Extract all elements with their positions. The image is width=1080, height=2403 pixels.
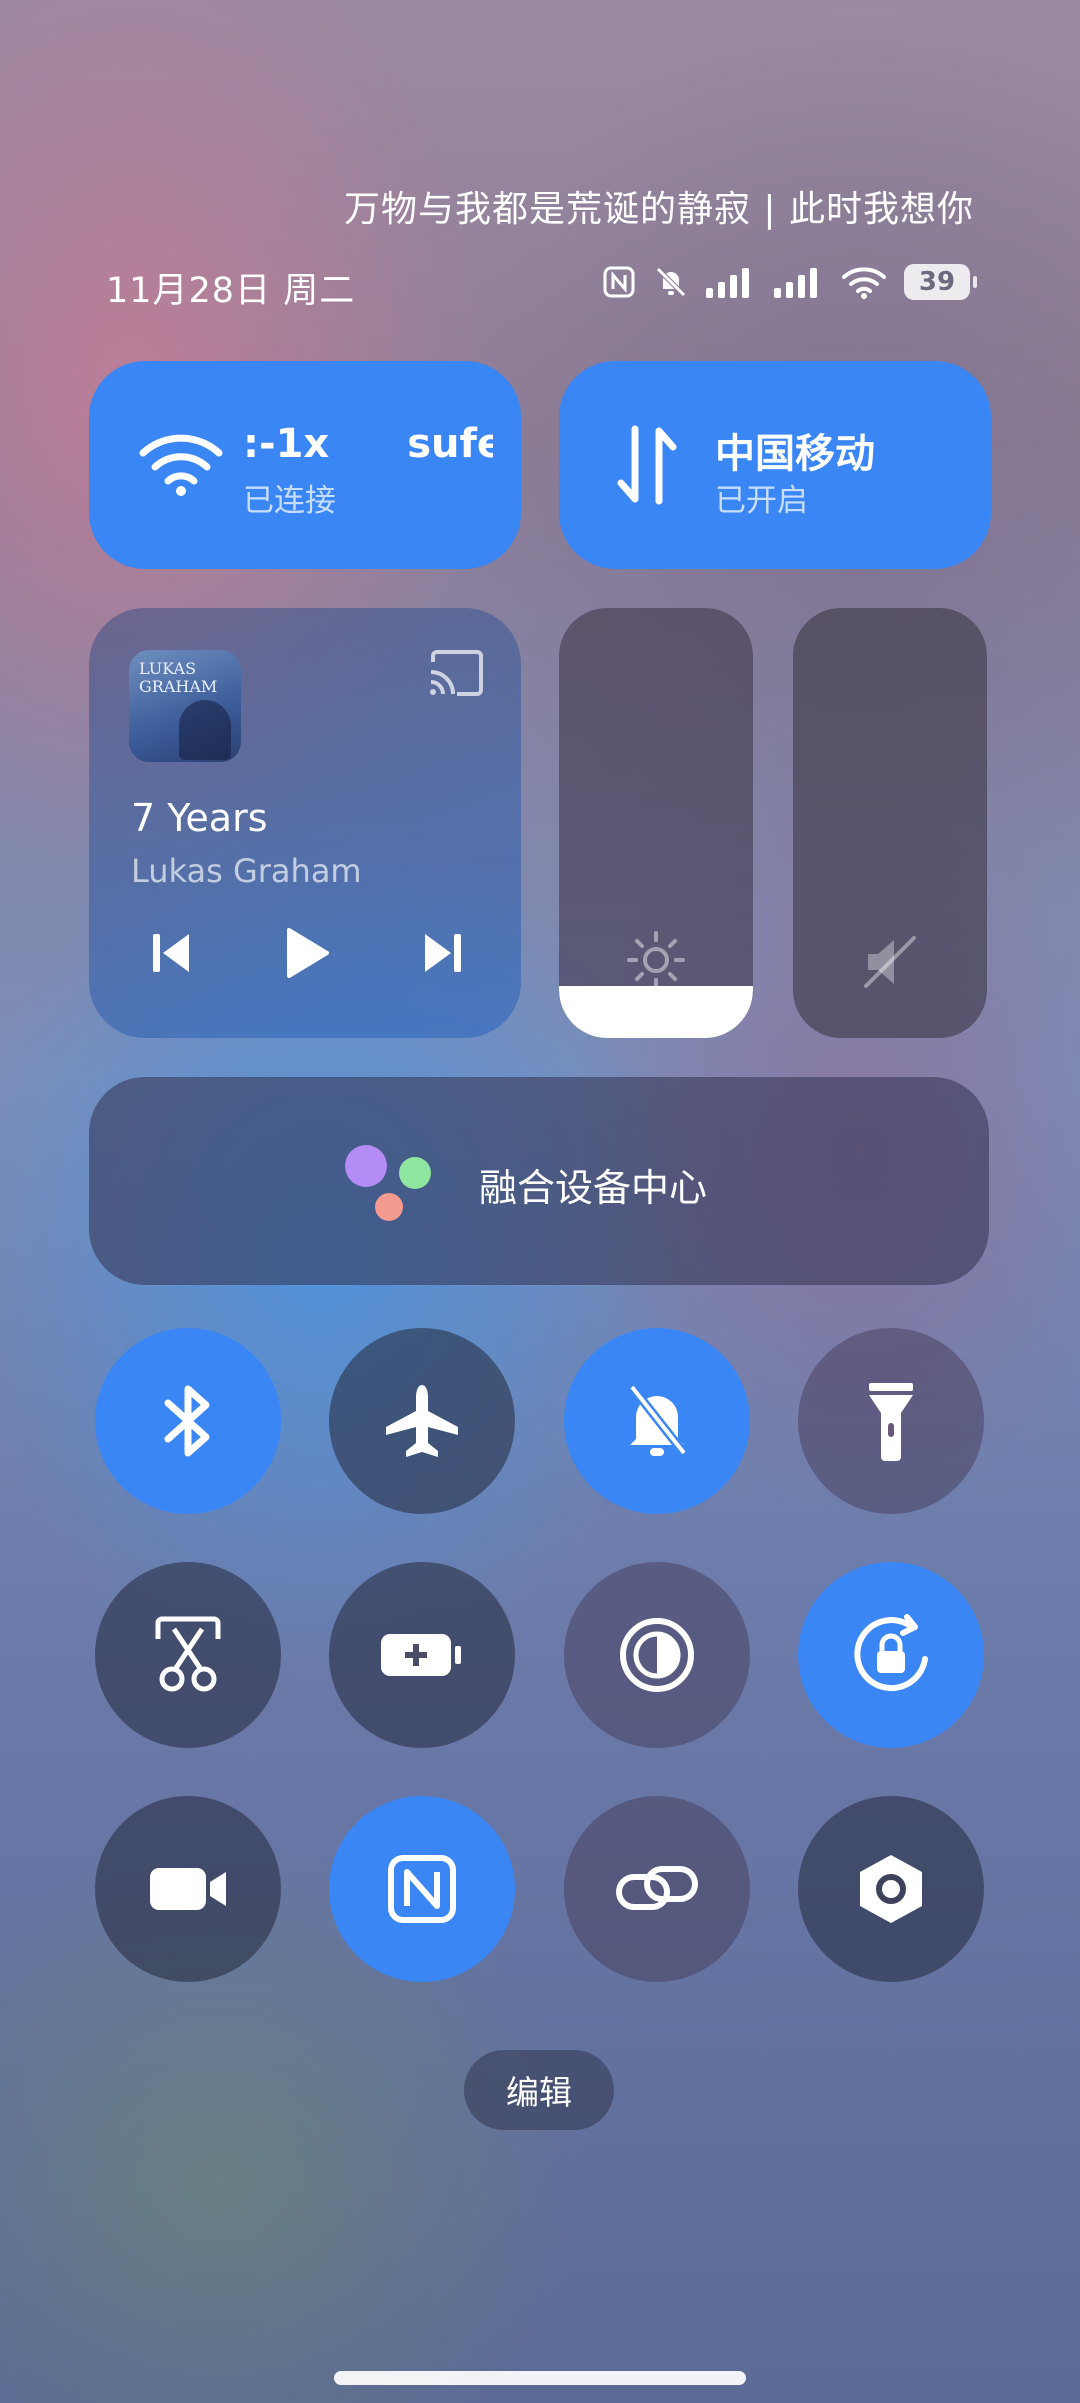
bluetooth-icon bbox=[164, 1385, 210, 1457]
screen-record-icon bbox=[150, 1868, 226, 1910]
album-art[interactable]: LUKAS GRAHAM bbox=[129, 650, 241, 762]
wifi-status: 已连接 bbox=[243, 483, 336, 519]
volume-slider[interactable] bbox=[793, 608, 987, 1038]
signal-2-icon bbox=[774, 268, 817, 298]
airplane-icon bbox=[386, 1385, 458, 1457]
device-center-tile[interactable]: 融合设备中心 bbox=[89, 1077, 989, 1285]
nfc-icon bbox=[388, 1855, 456, 1923]
airplane-mode-toggle[interactable] bbox=[329, 1328, 515, 1514]
data-arrows-icon bbox=[617, 425, 677, 505]
bluetooth-toggle[interactable] bbox=[95, 1328, 281, 1514]
carrier-name: 中国移动 bbox=[715, 431, 875, 477]
next-track-icon[interactable] bbox=[421, 930, 463, 976]
nfc-toggle[interactable] bbox=[329, 1796, 515, 1982]
flashlight-toggle[interactable] bbox=[798, 1328, 984, 1514]
brightness-fill bbox=[559, 986, 753, 1038]
device-center-dot-red bbox=[375, 1193, 403, 1221]
signal-1-icon bbox=[706, 268, 749, 298]
play-icon[interactable] bbox=[283, 926, 331, 980]
track-title: 7 Years bbox=[131, 796, 268, 840]
battery-indicator: 39 bbox=[904, 264, 977, 300]
wifi-icon bbox=[139, 434, 223, 496]
rotation-lock-toggle[interactable] bbox=[798, 1562, 984, 1748]
settings-toggle[interactable] bbox=[798, 1796, 984, 1982]
cast-icon[interactable] bbox=[427, 648, 487, 698]
status-bar-icons: 39 bbox=[602, 260, 977, 304]
dark-mode-toggle[interactable] bbox=[564, 1562, 750, 1748]
wifi-ssid: :-1x sufe bbox=[243, 421, 493, 467]
flashlight-icon bbox=[869, 1383, 913, 1461]
previous-track-icon[interactable] bbox=[151, 930, 193, 976]
settings-hex-icon bbox=[860, 1855, 922, 1923]
silent-mode-toggle[interactable] bbox=[564, 1328, 750, 1514]
media-player-tile[interactable]: LUKAS GRAHAM 7 Years Lukas Graham bbox=[89, 608, 521, 1038]
lock-quote-text: 万物与我都是荒诞的静寂 | 此时我想你 bbox=[343, 189, 974, 230]
wifi-tile[interactable]: :-1x sufe 已连接 bbox=[89, 361, 521, 569]
brightness-icon bbox=[627, 931, 685, 989]
mobile-data-tile[interactable]: 中国移动 已开启 bbox=[559, 361, 991, 569]
device-center-dot-green bbox=[399, 1157, 431, 1189]
nfc-status-icon bbox=[603, 266, 635, 298]
silent-bell-icon bbox=[628, 1384, 688, 1456]
volume-muted-icon bbox=[864, 936, 916, 988]
album-figure bbox=[179, 700, 231, 760]
date-label: 11月28日 周二 bbox=[106, 271, 356, 311]
link-icon bbox=[616, 1866, 698, 1910]
wifi-status-icon bbox=[842, 267, 886, 299]
brightness-slider[interactable] bbox=[559, 608, 753, 1038]
home-indicator[interactable] bbox=[334, 2371, 746, 2385]
link-toggle[interactable] bbox=[564, 1796, 750, 1982]
battery-saver-toggle[interactable] bbox=[329, 1562, 515, 1748]
wifi-ssid-part-1: :-1x bbox=[243, 421, 330, 467]
screenshot-icon bbox=[155, 1616, 221, 1692]
device-center-dot-purple bbox=[345, 1145, 387, 1187]
wifi-ssid-part-2: sufe bbox=[407, 421, 493, 467]
mobile-data-status: 已开启 bbox=[715, 483, 808, 519]
device-center-label: 融合设备中心 bbox=[479, 1166, 708, 1210]
album-art-text: LUKAS GRAHAM bbox=[139, 659, 218, 696]
track-artist: Lukas Graham bbox=[131, 852, 362, 890]
battery-saver-icon bbox=[381, 1634, 461, 1676]
edit-button[interactable]: 编辑 bbox=[464, 2050, 614, 2130]
rotation-lock-icon bbox=[854, 1614, 928, 1692]
mute-status-icon bbox=[656, 267, 686, 297]
dark-mode-icon bbox=[620, 1618, 694, 1692]
screen-record-toggle[interactable] bbox=[95, 1796, 281, 1982]
screenshot-toggle[interactable] bbox=[95, 1562, 281, 1748]
